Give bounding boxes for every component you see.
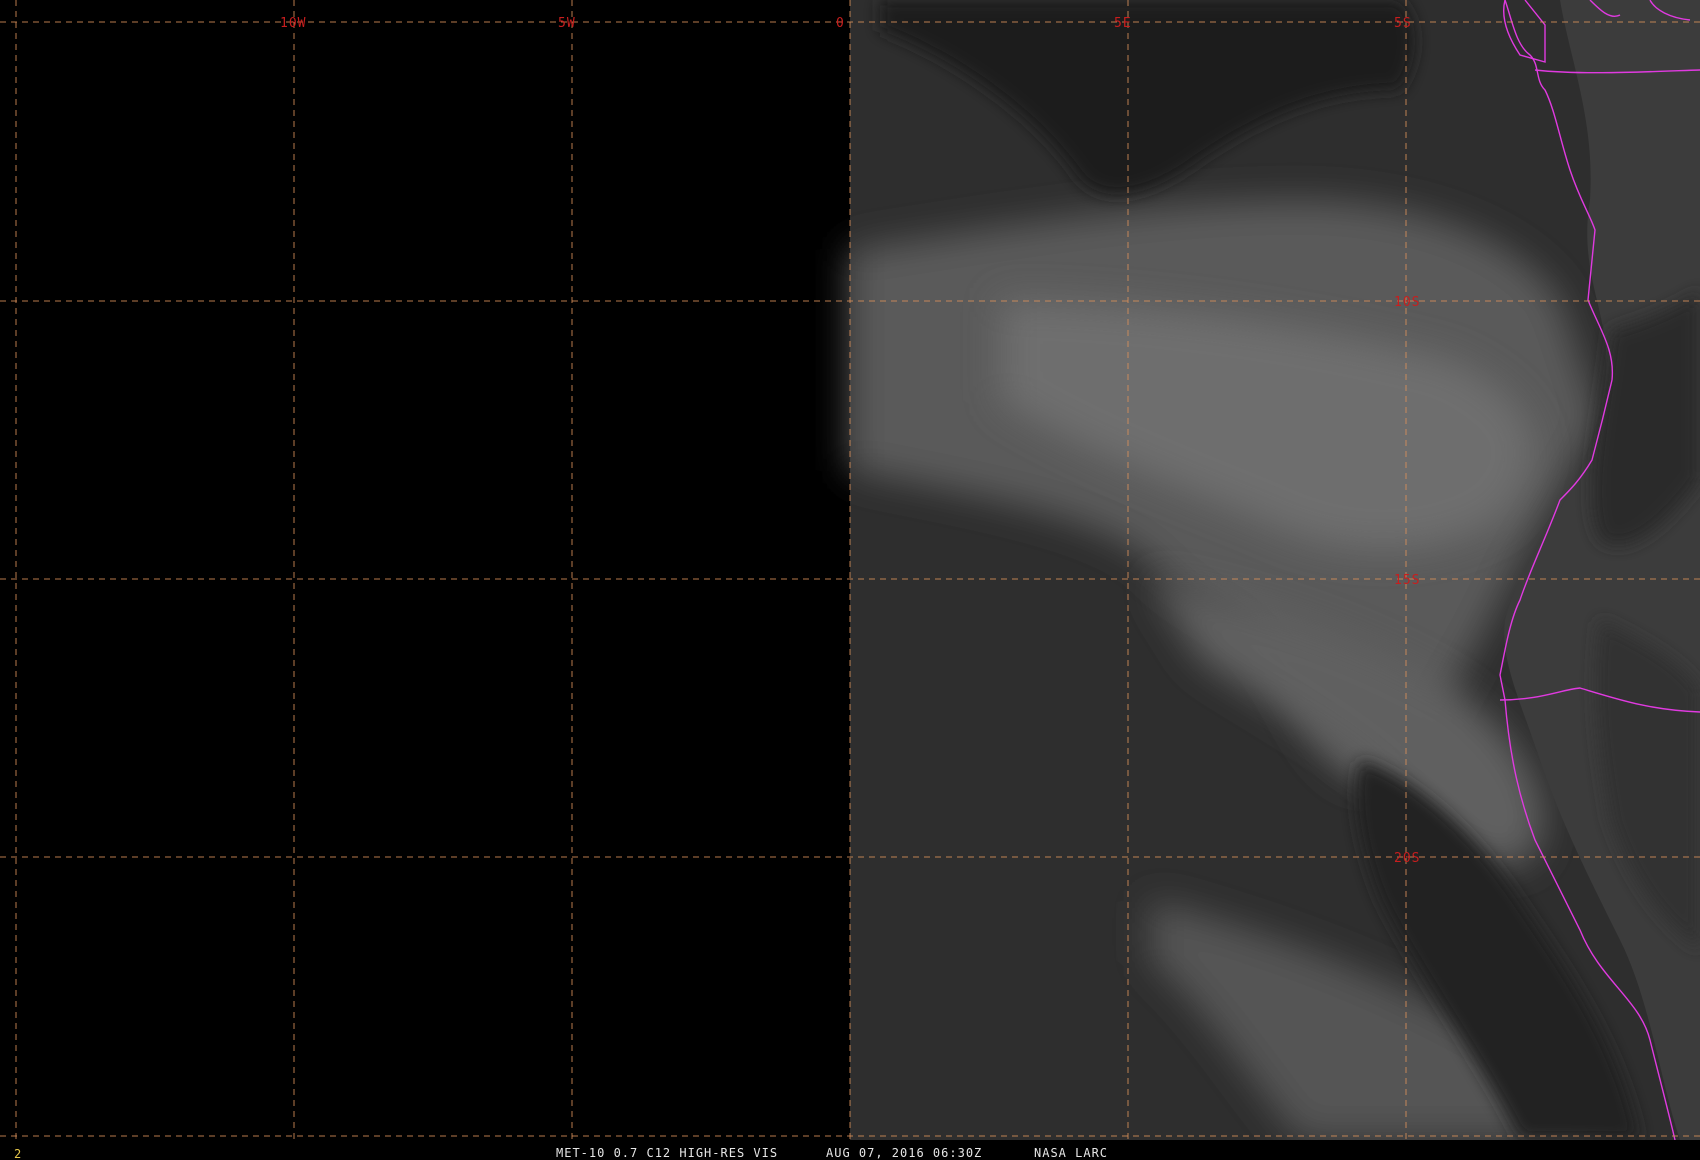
credit-label: NASA LARC xyxy=(1034,1146,1108,1160)
longitude-label: 5W xyxy=(558,16,576,31)
longitude-label: 0 xyxy=(836,16,845,31)
product-label: MET-10 0.7 C12 HIGH-RES VIS xyxy=(556,1146,778,1160)
satellite-image: 10W 5W 0 5E 5S 10S 15S 20S 2 MET-10 0.7 C12 HI… xyxy=(0,0,1700,1160)
no-data-region xyxy=(0,0,850,1140)
latitude-label: 20S xyxy=(1394,851,1420,866)
longitude-label: 10W xyxy=(280,16,306,31)
satellite-viewer: 10W 5W 0 5E 5S 10S 15S 20S 2 MET-10 0.7 C12 HI… xyxy=(0,0,1700,1160)
latitude-label: 5S xyxy=(1394,16,1412,31)
daylit-region xyxy=(850,0,1700,1140)
longitude-label: 5E xyxy=(1114,16,1132,31)
datetime-label: AUG 07, 2016 06:30Z xyxy=(826,1146,982,1160)
latitude-label: 10S xyxy=(1394,295,1420,310)
latitude-label: 15S xyxy=(1394,573,1420,588)
frame-number: 2 xyxy=(14,1147,21,1160)
